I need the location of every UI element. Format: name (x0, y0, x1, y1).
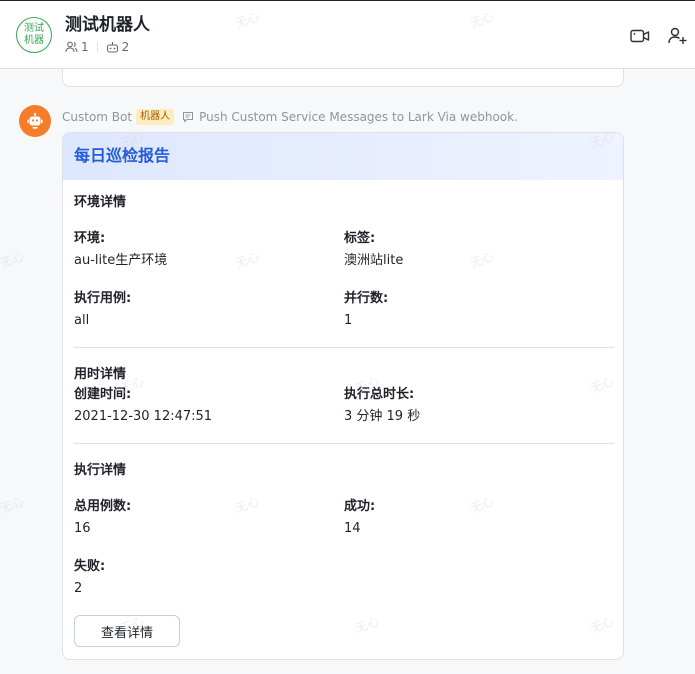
section-title-env: 环境详情 (74, 195, 127, 210)
created-value: 2021-12-30 12:47:51 (74, 409, 213, 424)
member-count: 1 (81, 40, 89, 54)
chat-meta: 1 2 (65, 39, 129, 55)
add-member-button[interactable] (667, 25, 689, 47)
bot-count: 2 (121, 40, 130, 54)
card-title: 每日巡检报告 (74, 146, 171, 165)
bot-avatar[interactable] (19, 105, 51, 137)
total-label: 总用例数: (74, 499, 132, 514)
tag-value: 澳洲站lite (344, 253, 404, 268)
env-value: au-lite生产环境 (74, 253, 168, 268)
created-label: 创建时间: (74, 387, 132, 402)
bot-icon[interactable] (106, 41, 119, 53)
video-icon (630, 29, 650, 43)
parallel-label: 并行数: (344, 291, 389, 306)
sender-line: Custom Bot 机器人 Push Custom Service Messa… (62, 109, 518, 125)
meta-separator (96, 42, 98, 52)
env-label: 环境: (74, 231, 106, 246)
chat-header: 测试机器 测试机器人 1 2 (0, 1, 695, 69)
bot-badge: 机器人 (136, 109, 175, 125)
divider (74, 443, 614, 444)
fail-label: 失败: (74, 559, 106, 574)
push-description: Push Custom Service Messages to Lark Via… (199, 110, 518, 124)
section-title-time: 用时详情 (74, 367, 127, 382)
chat-window: 测试机器 测试机器人 1 2 Custom Bot 机器人 Push Custo… (0, 0, 695, 674)
card-header: 每日巡检报告 (63, 133, 623, 180)
previous-message-card (62, 69, 624, 87)
add-user-icon (668, 27, 687, 44)
success-label: 成功: (344, 499, 376, 514)
message-icon (182, 111, 194, 123)
robot-icon (27, 112, 43, 129)
parallel-value: 1 (344, 313, 353, 328)
view-details-button[interactable]: 查看详情 (74, 615, 180, 647)
section-title-exec: 执行详情 (74, 463, 127, 478)
message-list[interactable]: Custom Bot 机器人 Push Custom Service Messa… (0, 69, 695, 674)
group-avatar-text: 测试机器 (24, 23, 44, 46)
duration-value: 3 分钟 19 秒 (344, 409, 421, 424)
case-label: 执行用例: (74, 291, 132, 306)
fail-value: 2 (74, 581, 83, 596)
success-value: 14 (344, 521, 361, 536)
report-card: 每日巡检报告 环境详情 环境: au-lite生产环境 标签: 澳洲站lite … (62, 132, 624, 660)
chat-title[interactable]: 测试机器人 (65, 14, 150, 36)
group-avatar[interactable]: 测试机器 (16, 17, 52, 53)
members-icon[interactable] (65, 41, 78, 53)
divider (74, 347, 614, 348)
case-value: all (74, 313, 90, 328)
video-call-button[interactable] (629, 25, 651, 47)
total-value: 16 (74, 521, 91, 536)
duration-label: 执行总时长: (344, 387, 415, 402)
sender-name[interactable]: Custom Bot (62, 110, 132, 124)
tag-label: 标签: (344, 231, 376, 246)
